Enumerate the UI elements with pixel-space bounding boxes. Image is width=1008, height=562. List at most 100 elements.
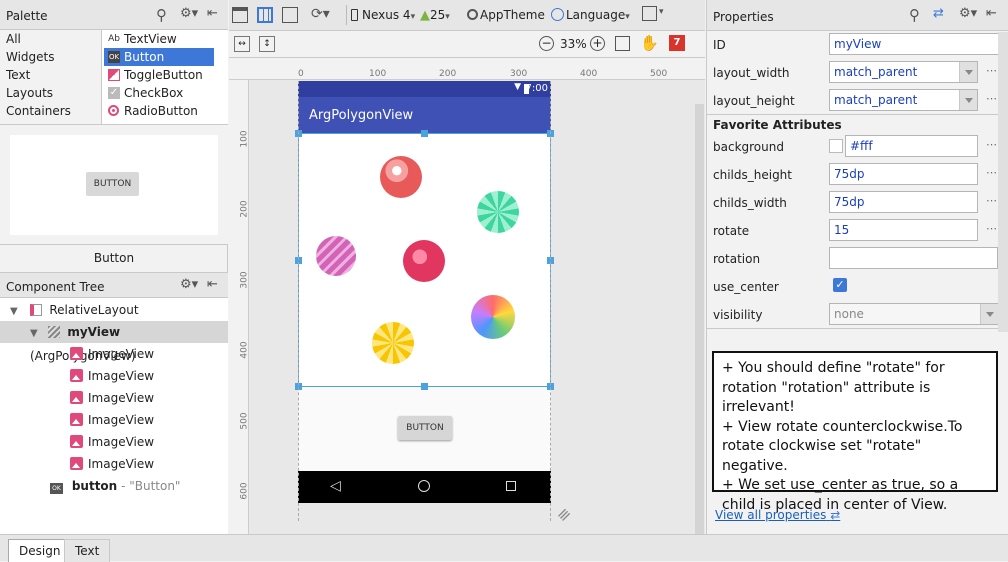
tab-design[interactable]: Design — [8, 539, 72, 562]
custom-view-icon — [47, 326, 60, 338]
canvas-scrollbar[interactable] — [695, 104, 704, 534]
zoom-fit-icon[interactable] — [615, 36, 630, 51]
device-guides — [298, 81, 551, 521]
category-widgets[interactable]: Widgets — [6, 50, 55, 64]
globe-icon — [551, 8, 564, 21]
hide-panel-icon[interactable]: ⇤ — [207, 6, 218, 21]
ruler-tick: 200 — [239, 200, 250, 218]
rotation-field[interactable] — [829, 247, 998, 269]
ruler-tick: 500 — [650, 69, 668, 79]
more-options-icon[interactable]: ⋯ — [986, 194, 997, 207]
layout-width-label: layout_width — [713, 66, 790, 80]
widget-button[interactable]: OK Button — [104, 48, 214, 66]
image-icon — [70, 413, 83, 426]
expand-arrow-icon: ▼ — [30, 328, 38, 339]
tree-item-label: myView — [67, 325, 121, 339]
preview-button: BUTTON — [86, 172, 139, 196]
tree-item-label: ImageView — [88, 391, 155, 405]
palette-panel: Palette ⚲ ⚙▾ ⇤ All Widgets Text Layouts … — [0, 0, 228, 534]
widget-checkbox[interactable]: ✓ CheckBox — [104, 84, 214, 102]
blueprint-view-icon[interactable] — [257, 7, 273, 23]
rotate-field[interactable]: 15 — [829, 219, 978, 241]
editor-toolbar: ⟳▾ Nexus 4▾ ▲25▾ AppTheme Language▾ ▾ — [229, 0, 705, 31]
gear-icon[interactable]: ⚙▾ — [180, 277, 198, 292]
childs-width-field[interactable]: 75dp — [829, 191, 978, 213]
tree-item-imageview[interactable]: ImageView — [70, 453, 154, 475]
rotation-label: rotation — [713, 252, 761, 266]
component-tree-header: Component Tree ⚙▾ ⇤ — [0, 272, 228, 298]
widget-togglebutton[interactable]: ToggleButton — [104, 66, 214, 84]
zoom-in-icon[interactable]: + — [590, 36, 605, 51]
zoom-out-icon[interactable]: − — [539, 36, 554, 51]
layout-variants-icon[interactable] — [642, 6, 657, 21]
theme-selector[interactable]: AppTheme — [467, 8, 545, 22]
error-count-badge[interactable]: 7 — [669, 35, 685, 51]
layout-height-label: layout_height — [713, 94, 795, 108]
image-icon — [70, 391, 83, 404]
search-icon[interactable]: ⚲ — [156, 6, 167, 24]
device-selector[interactable]: Nexus 4▾ — [351, 8, 415, 22]
top-ruler: 0 100 200 300 400 500 — [229, 58, 705, 80]
tree-item-relativelayout[interactable]: ▼ RelativeLayout — [10, 299, 139, 321]
tree-item-imageview[interactable]: ImageView — [70, 387, 154, 409]
split-view-icon[interactable] — [282, 7, 298, 23]
ruler-tick: 600 — [239, 482, 250, 500]
fit-width-icon[interactable]: ↔ — [234, 36, 250, 52]
background-field[interactable]: #fff — [845, 135, 978, 157]
tree-item-imageview[interactable]: ImageView — [70, 365, 154, 387]
tree-item-label: RelativeLayout — [49, 303, 139, 317]
orientation-icon[interactable]: ⟳▾ — [311, 6, 330, 22]
category-text[interactable]: Text — [6, 68, 30, 82]
design-canvas: ⟳▾ Nexus 4▾ ▲25▾ AppTheme Language▾ ▾ ↔ … — [229, 0, 705, 534]
layout-width-value: match_parent — [834, 65, 918, 79]
visibility-select[interactable]: none — [829, 303, 999, 325]
more-options-icon[interactable]: ⋯ — [986, 92, 997, 105]
hide-panel-icon[interactable]: ⇤ — [986, 6, 997, 21]
tree-item-button[interactable]: OK button - "Button" — [50, 475, 180, 497]
widget-label: Button — [124, 50, 165, 64]
tree-item-label: ImageView — [88, 369, 155, 383]
ruler-tick: 0 — [298, 69, 304, 79]
language-selector[interactable]: Language▾ — [551, 8, 630, 22]
widget-textview[interactable]: Ab TextView — [104, 30, 214, 48]
category-containers[interactable]: Containers — [6, 104, 71, 118]
device-resize-handle[interactable]: ≡ — [552, 503, 575, 526]
more-options-icon[interactable]: ⋯ — [986, 138, 997, 151]
pan-hand-icon[interactable]: ✋ — [640, 34, 659, 52]
ruler-tick: 100 — [239, 130, 250, 148]
more-options-icon[interactable]: ⋯ — [986, 166, 997, 179]
note-line: + You should define "rotate" for rotatio… — [722, 360, 945, 415]
properties-scrollbar[interactable] — [998, 32, 1008, 332]
id-field[interactable]: myView — [829, 33, 999, 55]
chevron-down-icon[interactable]: ▾ — [659, 7, 664, 17]
swap-view-icon[interactable]: ⇄ — [933, 6, 944, 21]
widget-label: ToggleButton — [124, 68, 203, 82]
palette-title: Palette — [6, 9, 48, 23]
gear-icon[interactable]: ⚙▾ — [180, 6, 198, 21]
layout-height-select[interactable]: match_parent — [829, 89, 978, 111]
gear-icon[interactable]: ⚙▾ — [959, 6, 977, 21]
layout-width-select[interactable]: match_parent — [829, 61, 978, 83]
background-label: background — [713, 140, 784, 154]
use-center-label: use_center — [713, 280, 779, 294]
api-selector[interactable]: ▲25▾ — [420, 8, 450, 23]
tab-text[interactable]: Text — [64, 539, 111, 562]
component-tree: ▼ RelativeLayout ▼ myView (ArgPolygonVie… — [0, 298, 228, 534]
more-options-icon[interactable]: ⋯ — [986, 64, 997, 77]
widget-radiobutton[interactable]: RadioButton — [104, 102, 214, 120]
search-icon[interactable]: ⚲ — [909, 6, 920, 24]
hide-panel-icon[interactable]: ⇤ — [207, 277, 218, 292]
tree-item-imageview[interactable]: ImageView — [70, 431, 154, 453]
category-layouts[interactable]: Layouts — [6, 86, 53, 100]
childs-height-field[interactable]: 75dp — [829, 163, 978, 185]
tree-item-myview[interactable]: ▼ myView (ArgPolygonView) — [0, 321, 228, 363]
expand-arrow-icon: ▼ — [10, 306, 18, 317]
color-swatch[interactable] — [829, 139, 843, 153]
more-options-icon[interactable]: ⋯ — [986, 222, 997, 235]
tree-item-imageview[interactable]: ImageView — [70, 343, 154, 365]
tree-item-imageview[interactable]: ImageView — [70, 409, 154, 431]
design-view-icon[interactable] — [232, 7, 248, 23]
category-all[interactable]: All — [6, 32, 21, 46]
use-center-checkbox[interactable]: ✓ — [833, 278, 847, 292]
fit-height-icon[interactable]: ↕ — [259, 36, 275, 52]
